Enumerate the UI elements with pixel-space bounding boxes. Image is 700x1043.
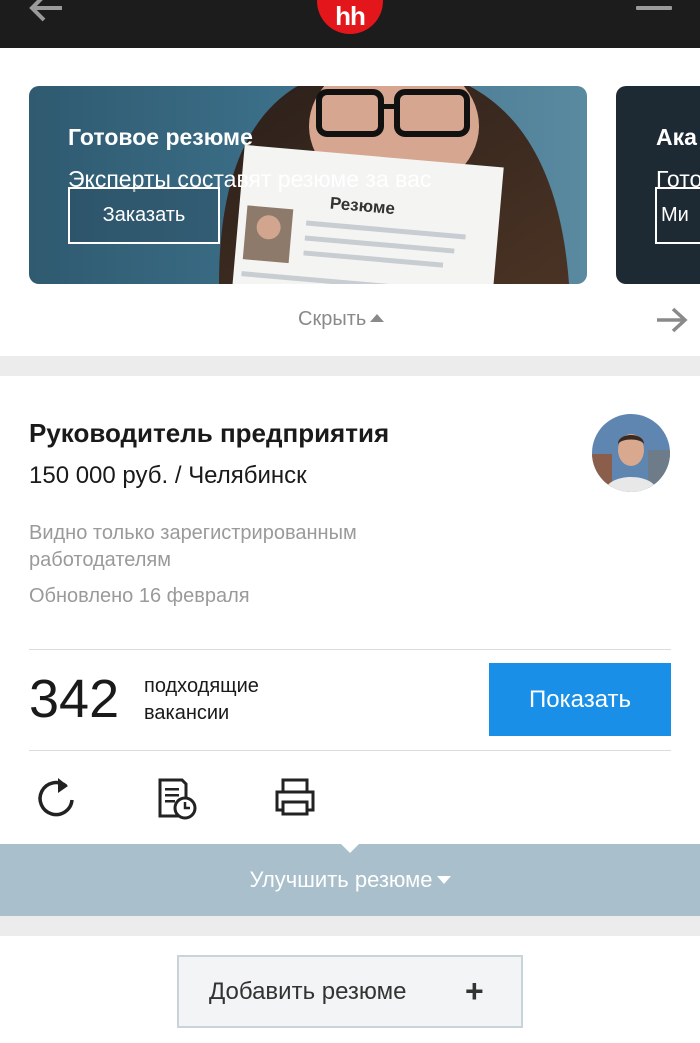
resume-salary-city: 150 000 руб. / Челябинск — [29, 462, 307, 489]
promo-banner-academy[interactable]: Ака Гото Ми — [616, 86, 700, 284]
promo-carousel: Резюме Готовое резюме Эксперты составят … — [0, 48, 700, 356]
history-button[interactable] — [156, 774, 198, 820]
promo-banner-resume[interactable]: Резюме Готовое резюме Эксперты составят … — [29, 86, 587, 284]
hamburger-menu-icon[interactable] — [636, 0, 672, 18]
next-banner-button[interactable] — [655, 306, 689, 334]
improve-resume-bar[interactable]: Улучшить резюме — [0, 843, 700, 916]
hide-promo-link[interactable]: Скрыть — [298, 308, 385, 331]
hide-label: Скрыть — [298, 308, 367, 330]
divider — [29, 649, 671, 650]
vacancies-label: подходящие вакансии — [144, 675, 259, 724]
arrow-left-icon — [29, 0, 62, 22]
visibility-note: Видно только зарегистрированным работода… — [29, 522, 357, 571]
add-resume-label: Добавить резюме — [209, 978, 407, 1005]
show-vacancies-button[interactable]: Показать — [489, 663, 671, 736]
refresh-icon — [38, 778, 74, 817]
printer-icon — [275, 778, 315, 816]
hh-logo[interactable]: hh — [317, 0, 383, 34]
order-button[interactable]: Заказать — [68, 187, 220, 244]
banner-title: Ака — [656, 124, 697, 150]
add-resume-section: Добавить резюме + — [0, 936, 700, 1043]
triangle-down-icon — [436, 876, 451, 884]
updated-date: Обновлено 16 февраля — [29, 585, 250, 607]
resume-title[interactable]: Руководитель предприятия — [29, 418, 389, 449]
resume-card: Руководитель предприятия 150 000 руб. / … — [0, 376, 700, 916]
top-bar: hh — [0, 0, 700, 48]
vacancies-count: 342 — [29, 669, 120, 729]
document-clock-icon — [158, 778, 197, 820]
print-button[interactable] — [274, 774, 316, 820]
notch — [340, 843, 360, 853]
divider — [29, 750, 671, 751]
avatar[interactable] — [592, 414, 670, 492]
plus-icon: + — [465, 973, 484, 1009]
refresh-button[interactable] — [36, 774, 78, 820]
back-button[interactable] — [26, 0, 66, 24]
banner-button[interactable]: Ми — [655, 187, 700, 244]
avatar-photo — [592, 414, 670, 492]
add-resume-button[interactable]: Добавить резюме + — [177, 955, 523, 1028]
improve-label: Улучшить резюме — [249, 867, 433, 892]
banner-title: Готовое резюме — [68, 124, 253, 150]
arrow-right-icon — [657, 307, 688, 333]
triangle-up-icon — [370, 314, 385, 322]
